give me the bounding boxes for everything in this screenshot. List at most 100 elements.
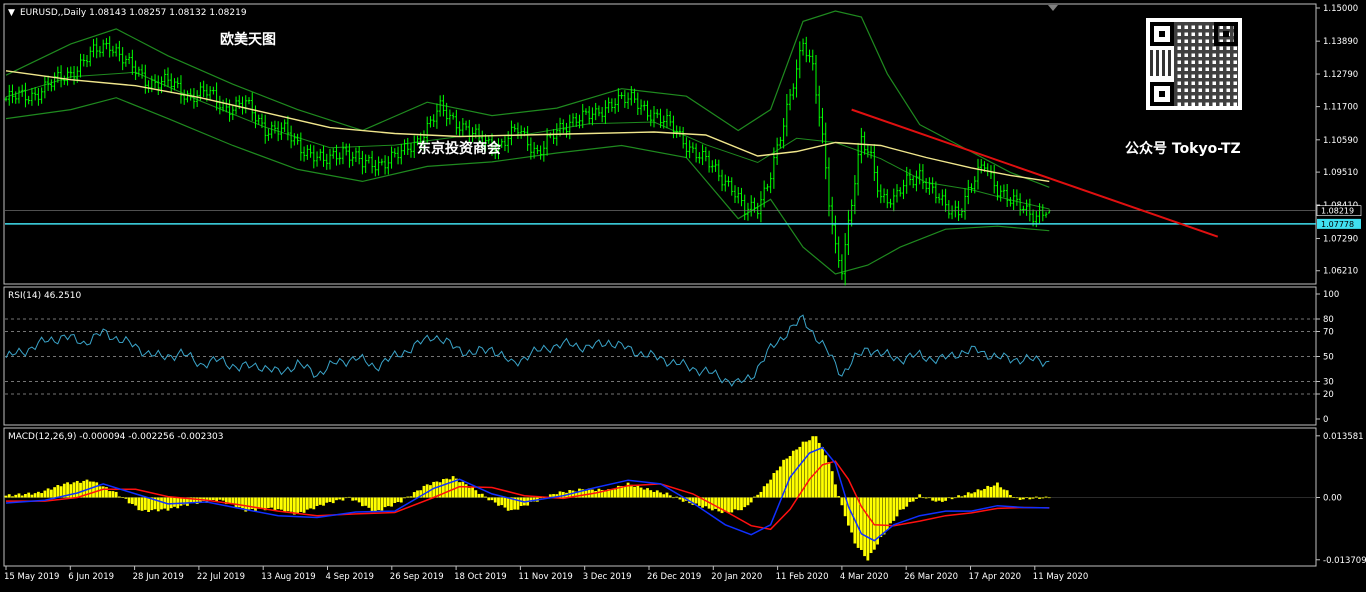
macd-histogram-bar bbox=[895, 497, 899, 517]
macd-histogram-bar bbox=[20, 495, 24, 498]
macd-histogram-bar bbox=[655, 490, 659, 498]
macd-histogram-bar bbox=[723, 497, 727, 512]
macd-histogram-bar bbox=[484, 496, 487, 498]
macd-histogram-bar bbox=[986, 485, 990, 498]
macd-histogram-bar bbox=[477, 493, 481, 498]
macd-histogram-bar bbox=[480, 493, 484, 498]
macd-histogram-bar bbox=[127, 497, 131, 504]
macd-histogram-bar bbox=[422, 485, 426, 498]
macd-histogram-bar bbox=[390, 497, 393, 507]
macd-histogram-bar bbox=[996, 482, 999, 498]
macd-histogram-bar bbox=[286, 497, 290, 512]
macd-histogram-bar bbox=[380, 497, 384, 511]
macd-histogram-bar bbox=[490, 497, 494, 501]
macd-histogram-bar bbox=[668, 495, 672, 498]
macd-histogram-bar bbox=[173, 497, 176, 507]
macd-histogram-bar bbox=[471, 487, 474, 498]
macd-histogram-bar bbox=[717, 497, 721, 512]
macd-histogram-bar bbox=[37, 491, 40, 498]
time-axis-label: 15 May 2019 bbox=[4, 572, 59, 582]
macd-histogram-bar bbox=[905, 497, 909, 507]
macd-histogram-bar bbox=[503, 497, 507, 508]
macd-histogram-bar bbox=[633, 486, 636, 498]
macd-histogram-bar bbox=[147, 497, 150, 512]
macd-histogram-bar bbox=[370, 497, 374, 512]
macd-histogram-bar bbox=[399, 497, 403, 503]
macd-histogram-bar bbox=[973, 492, 977, 498]
time-axis-label: 11 Nov 2019 bbox=[518, 572, 572, 582]
macd-histogram-bar bbox=[999, 487, 1003, 498]
macd-histogram-bar bbox=[992, 485, 996, 498]
macd-histogram-bar bbox=[649, 490, 653, 498]
macd-histogram-bar bbox=[442, 479, 445, 498]
macd-histogram-bar bbox=[659, 492, 662, 498]
macd-histogram-bar bbox=[1038, 497, 1041, 499]
time-axis-label: 17 Apr 2020 bbox=[969, 572, 1022, 582]
macd-histogram-bar bbox=[506, 497, 510, 511]
time-axis-label: 13 Aug 2019 bbox=[261, 572, 315, 582]
macd-histogram-bar bbox=[898, 497, 902, 510]
macd-histogram-bar bbox=[662, 494, 666, 498]
macd-histogram-bar bbox=[736, 497, 740, 511]
macd-histogram-bar bbox=[412, 492, 416, 498]
macd-histogram-bar bbox=[953, 497, 957, 499]
current-price-label: 1.08219 bbox=[1321, 207, 1354, 216]
time-axis-label: 6 Jun 2019 bbox=[68, 572, 114, 582]
macd-histogram-bar bbox=[1025, 497, 1028, 498]
macd-histogram-bar bbox=[79, 482, 82, 498]
macd-histogram-bar bbox=[892, 497, 896, 521]
macd-histogram-bar bbox=[740, 497, 743, 511]
rsi-axis-label: 50 bbox=[1323, 353, 1334, 363]
macd-histogram-bar bbox=[678, 497, 682, 500]
time-axis-label: 22 Jul 2019 bbox=[197, 572, 245, 582]
macd-histogram-bar bbox=[280, 497, 283, 510]
macd-histogram-bar bbox=[75, 480, 79, 498]
macd-histogram-bar bbox=[289, 497, 293, 512]
macd-histogram-bar bbox=[292, 497, 296, 515]
macd-histogram-bar bbox=[730, 497, 734, 513]
macd-histogram-bar bbox=[928, 497, 931, 499]
macd-histogram-bar bbox=[92, 481, 95, 498]
macd-histogram-bar bbox=[613, 489, 617, 498]
macd-histogram-bar bbox=[778, 466, 782, 498]
macd-histogram-bar bbox=[960, 496, 964, 498]
rsi-axis-label: 0 bbox=[1323, 415, 1328, 425]
rsi-label: RSI(14) 46.2510 bbox=[8, 291, 81, 301]
macd-histogram-bar bbox=[924, 497, 928, 499]
macd-histogram-bar bbox=[970, 493, 973, 498]
macd-histogram-bar bbox=[487, 497, 491, 501]
macd-histogram-bar bbox=[101, 486, 105, 498]
macd-histogram-bar bbox=[834, 484, 837, 498]
macd-histogram-bar bbox=[769, 479, 773, 498]
macd-histogram-bar bbox=[72, 482, 76, 498]
macd-histogram-bar bbox=[305, 497, 309, 510]
macd-histogram-bar bbox=[325, 497, 329, 503]
macd-histogram-bar bbox=[915, 497, 918, 499]
time-axis-label: 11 May 2020 bbox=[1033, 572, 1088, 582]
macd-histogram-bar bbox=[130, 497, 134, 505]
macd-histogram-bar bbox=[497, 497, 500, 506]
macd-histogram-bar bbox=[315, 497, 319, 506]
menu-arrow-icon[interactable]: ▼ bbox=[8, 8, 15, 18]
macd-histogram-bar bbox=[283, 497, 287, 513]
macd-histogram-bar bbox=[1005, 490, 1009, 498]
macd-histogram-bar bbox=[798, 446, 802, 498]
macd-histogram-bar bbox=[963, 495, 967, 498]
macd-histogram-bar bbox=[409, 496, 413, 498]
macd-histogram-bar bbox=[179, 497, 183, 506]
macd-histogram-bar bbox=[902, 497, 905, 510]
macd-histogram-bar bbox=[299, 497, 303, 512]
price-axis-label: 1.12790 bbox=[1323, 70, 1358, 80]
macd-histogram-bar bbox=[406, 496, 410, 498]
trading-chart[interactable]: 1.15000 1.13890 1.12790 1.11700 1.10590 1.095… bbox=[0, 0, 1366, 588]
macd-histogram-bar bbox=[56, 485, 60, 498]
macd-histogram-bar bbox=[1021, 497, 1025, 500]
macd-histogram-bar bbox=[665, 492, 669, 498]
macd-histogram-bar bbox=[11, 496, 14, 498]
macd-histogram-bar bbox=[49, 489, 53, 498]
macd-histogram-bar bbox=[814, 436, 818, 498]
macd-histogram-bar bbox=[908, 497, 912, 503]
macd-histogram-bar bbox=[947, 497, 951, 499]
macd-histogram-bar bbox=[979, 490, 983, 498]
macd-histogram-bar bbox=[1015, 497, 1019, 499]
